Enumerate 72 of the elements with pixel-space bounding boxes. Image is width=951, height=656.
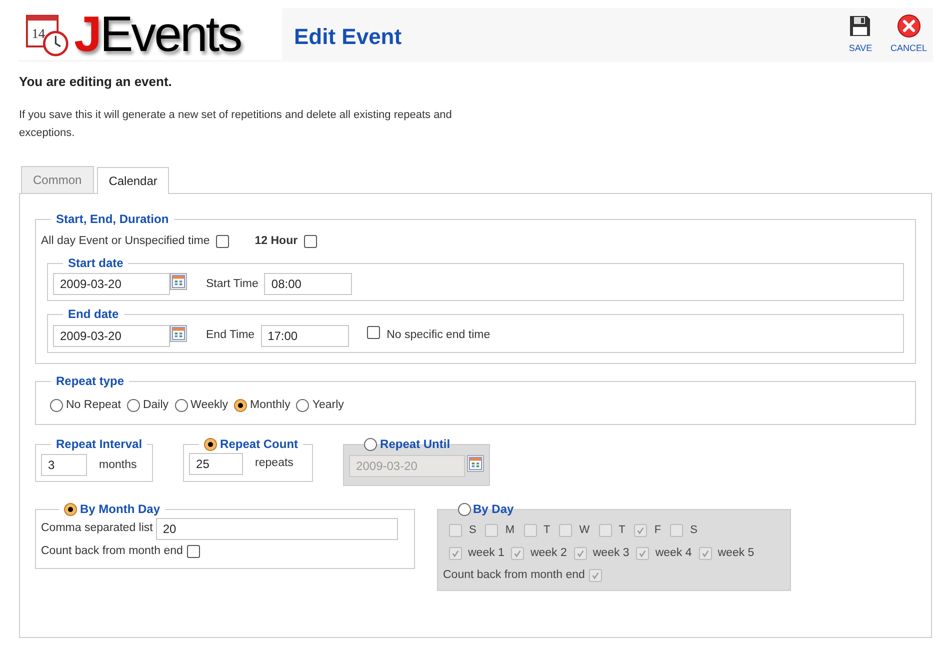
section-legend: Start, End, Duration <box>56 212 169 226</box>
section-legend: By Month Day <box>80 500 160 518</box>
day-list-field[interactable]: 20 <box>156 518 398 540</box>
checkbox-label: Count back from month end <box>41 544 183 559</box>
radio-label: Yearly <box>312 398 344 413</box>
check-icon <box>638 548 648 558</box>
calendar-icon[interactable] <box>170 324 187 342</box>
cancel-icon <box>896 14 921 38</box>
logo-text: JEvents <box>74 9 241 59</box>
calendar-icon[interactable] <box>170 273 187 290</box>
day-label: T <box>544 523 550 538</box>
check-icon <box>451 548 460 558</box>
date-field[interactable]: 2009-03-20 <box>53 273 170 296</box>
radio-button[interactable] <box>126 398 140 412</box>
tab[interactable]: Common <box>21 166 94 192</box>
checkbox-label: Count back from month end <box>443 568 585 583</box>
week-label: week 4 <box>655 546 692 560</box>
check-icon <box>576 548 585 558</box>
week-label: week 2 <box>530 546 567 560</box>
check-icon <box>636 526 646 535</box>
field-label: Comma separated list <box>41 521 153 536</box>
day-label: M <box>505 523 515 538</box>
week-label: week 3 <box>592 546 630 560</box>
tab[interactable]: Calendar <box>96 166 170 194</box>
checkbox-label: No specific end time <box>386 328 490 343</box>
checkbox-label: 12 Hour <box>254 234 298 249</box>
radio-button[interactable] <box>64 502 77 516</box>
day-label: F <box>654 523 662 538</box>
section-legend: Repeat Interval <box>56 437 142 451</box>
time-field[interactable]: 17:00 <box>260 324 349 346</box>
check-icon <box>513 548 522 558</box>
radio-button[interactable] <box>234 398 248 412</box>
section-legend: End date <box>68 307 119 322</box>
unit-label: repeats <box>255 456 294 472</box>
section-legend: Repeat Count <box>220 435 298 453</box>
date-field[interactable]: 2009-03-20 <box>53 324 170 346</box>
cancel-button[interactable]: CANCEL <box>888 14 929 56</box>
checkbox[interactable] <box>216 234 229 248</box>
field-label: End Time <box>206 328 255 343</box>
radio-button[interactable] <box>204 438 218 450</box>
checkbox[interactable] <box>186 545 200 558</box>
page-heading: You are editing an event. <box>19 73 173 91</box>
time-field[interactable]: 08:00 <box>264 273 352 296</box>
interval-field[interactable]: 3 <box>41 454 87 476</box>
section-legend: Repeat Until <box>380 435 450 453</box>
notice-text: If you save this it will generate a new set of repetitions and delete all existing repeats and exceptions. <box>19 108 453 140</box>
week-label: week 5 <box>718 546 754 560</box>
radio-button[interactable] <box>296 398 310 412</box>
day-label: T <box>618 523 626 538</box>
week-label: week 1 <box>468 546 504 560</box>
day-label: S <box>469 523 476 538</box>
save-button[interactable]: SAVE <box>846 14 874 56</box>
radio-label: Weekly <box>190 398 228 413</box>
radio-button[interactable] <box>50 398 63 412</box>
section-legend: Start date <box>68 256 124 270</box>
page-title: Edit Event <box>294 23 402 51</box>
radio-label: Monthly <box>250 398 290 413</box>
day-label: S <box>690 523 698 538</box>
day-label: W <box>579 523 590 538</box>
unit-label: months <box>99 458 137 473</box>
checkbox-label: All day Event or Unspecified time <box>41 234 210 249</box>
checkbox[interactable] <box>366 326 380 339</box>
radio-label: No Repeat <box>66 398 121 413</box>
check-icon <box>590 570 600 580</box>
section-legend: By Day <box>473 500 514 518</box>
count-field[interactable]: 25 <box>189 453 244 475</box>
radio-button[interactable] <box>174 398 188 412</box>
check-icon <box>700 548 710 558</box>
field-label: Start Time <box>206 276 258 292</box>
checkbox[interactable] <box>304 234 317 248</box>
radio-label: Daily <box>142 398 169 413</box>
section-legend: Repeat type <box>56 374 124 388</box>
